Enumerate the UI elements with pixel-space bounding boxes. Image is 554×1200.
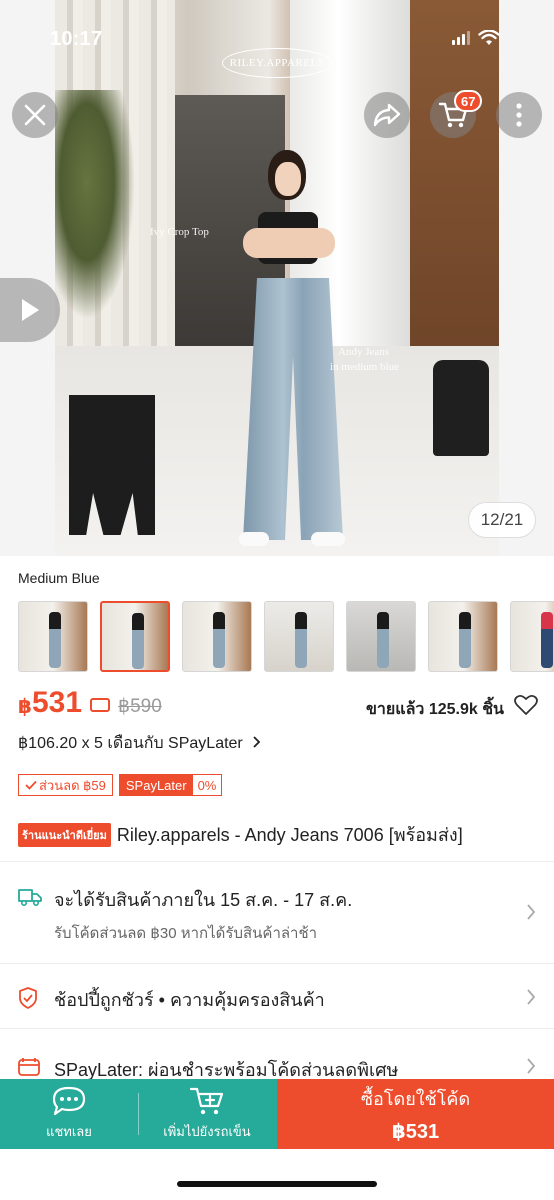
product-title-row: ร้านแนะนำดีเยี่ยม Riley.apparels - Andy … bbox=[18, 820, 548, 849]
selected-variation-label: Medium Blue bbox=[18, 570, 100, 586]
add-to-cart-label: เพิ่มไปยังรถเข็น bbox=[163, 1124, 251, 1139]
check-icon bbox=[25, 780, 37, 790]
spaylater-row[interactable]: SPayLater: ผ่อนชำระพร้อมโค้ดส่วนลดพิเศษ bbox=[18, 1055, 536, 1079]
guarantee-text: ช้อปปี้ถูกชัวร์ • ความคุ้มครองสินค้า bbox=[54, 990, 325, 1010]
installment-text: ฿106.20 x 5 เดือนกับ SPayLater bbox=[18, 735, 243, 752]
spaylater-tag[interactable]: SPayLater 0% bbox=[118, 774, 223, 796]
variation-thumbnails bbox=[18, 601, 554, 672]
preferred-shop-badge: ร้านแนะนำดีเยี่ยม bbox=[18, 822, 111, 847]
variation-thumbnail-selected[interactable] bbox=[100, 601, 170, 672]
close-icon bbox=[24, 104, 46, 126]
add-to-cart-icon bbox=[189, 1087, 224, 1115]
bottom-action-bar: แชทเลย เพิ่มไปยังรถเข็น ซื้อโดยใช้โค้ด ฿… bbox=[0, 1079, 554, 1149]
chevron-right-icon bbox=[253, 736, 261, 748]
price-row: ฿ 531 ฿590 ขายแล้ว 125.9k ชิ้น bbox=[18, 686, 538, 726]
chevron-right-icon bbox=[527, 989, 536, 1005]
more-vertical-icon bbox=[516, 103, 522, 127]
spaylater-tag-label: SPayLater bbox=[119, 775, 193, 795]
delivery-row[interactable]: จะได้รับสินค้าภายใน 15 ส.ค. - 17 ส.ค. รั… bbox=[18, 885, 536, 945]
bottom-bar-separator bbox=[138, 1093, 139, 1135]
variation-thumbnail[interactable] bbox=[264, 601, 334, 672]
signal-icon bbox=[452, 31, 470, 45]
price-currency: ฿ bbox=[18, 696, 32, 718]
original-price: ฿590 bbox=[118, 696, 162, 717]
cart-count-badge: 67 bbox=[454, 90, 483, 112]
favorite-button[interactable] bbox=[514, 694, 538, 721]
current-price: 531 bbox=[32, 686, 83, 719]
variation-thumbnail[interactable] bbox=[18, 601, 88, 672]
close-button[interactable] bbox=[12, 92, 58, 138]
divider bbox=[0, 963, 554, 964]
status-icons bbox=[452, 30, 500, 46]
discount-tag-label: ส่วนลด ฿59 bbox=[39, 777, 106, 793]
chevron-right-icon bbox=[527, 1058, 536, 1074]
spaylater-tag-rate: 0% bbox=[197, 777, 217, 793]
video-play-tab[interactable] bbox=[0, 278, 60, 342]
brand-logo: RILEY.APPARELS bbox=[222, 48, 332, 78]
home-indicator bbox=[177, 1181, 377, 1187]
photo-caption-jeans: Andy Jeans bbox=[338, 346, 390, 358]
buy-button-label: ซื้อโดยใช้โค้ด bbox=[360, 1089, 471, 1109]
photo-caption-jeans-color: in medium blue bbox=[330, 361, 400, 373]
discount-tag[interactable]: ส่วนลด ฿59 bbox=[18, 774, 113, 796]
heart-outline-icon bbox=[514, 694, 538, 715]
share-icon bbox=[373, 103, 401, 127]
spaylater-icon bbox=[18, 1058, 40, 1076]
variation-thumbnail[interactable] bbox=[510, 601, 554, 672]
product-photo bbox=[55, 0, 499, 556]
guarantee-row[interactable]: ช้อปปี้ถูกชัวร์ • ความคุ้มครองสินค้า bbox=[18, 985, 536, 1013]
product-image-gallery[interactable]: RILEY.APPARELS Ivy Crop Top Andy Jeans i… bbox=[0, 0, 554, 556]
divider bbox=[0, 861, 554, 862]
chevron-right-icon bbox=[527, 904, 536, 920]
variation-thumbnail[interactable] bbox=[346, 601, 416, 672]
buy-with-voucher-button[interactable]: ซื้อโดยใช้โค้ด ฿531 bbox=[277, 1079, 554, 1149]
sold-count: ขายแล้ว 125.9k ชิ้น bbox=[365, 701, 504, 718]
promo-tags: ส่วนลด ฿59 SPayLater 0% bbox=[18, 774, 223, 796]
truck-icon bbox=[18, 889, 42, 907]
late-delivery-voucher: รับโค้ดส่วนลด ฿30 หากได้รับสินค้าล่าช้า bbox=[54, 925, 318, 942]
coins-icon bbox=[90, 698, 110, 712]
product-title: Riley.apparels - Andy Jeans 7006 [พร้อมส… bbox=[116, 825, 463, 845]
photo-caption-top: Ivy Crop Top bbox=[150, 226, 209, 238]
spaylater-text: SPayLater: ผ่อนชำระพร้อมโค้ดส่วนลดพิเศษ bbox=[54, 1060, 399, 1079]
installment-link[interactable]: ฿106.20 x 5 เดือนกับ SPayLater bbox=[18, 731, 261, 756]
status-time: 10:17 bbox=[50, 28, 103, 50]
chat-icon bbox=[52, 1086, 86, 1116]
bottom-bar-left: แชทเลย เพิ่มไปยังรถเข็น bbox=[0, 1079, 277, 1149]
delivery-estimate: จะได้รับสินค้าภายใน 15 ส.ค. - 17 ส.ค. bbox=[54, 890, 353, 910]
wifi-icon bbox=[478, 30, 500, 45]
play-icon bbox=[22, 299, 39, 321]
more-options-button[interactable] bbox=[496, 92, 542, 138]
chat-button-label: แชทเลย bbox=[46, 1124, 92, 1139]
variation-thumbnail[interactable] bbox=[428, 601, 498, 672]
chat-button[interactable]: แชทเลย bbox=[0, 1079, 138, 1149]
image-counter: 12/21 bbox=[468, 502, 536, 538]
shield-check-icon bbox=[19, 987, 37, 1009]
add-to-cart-button[interactable]: เพิ่มไปยังรถเข็น bbox=[138, 1079, 276, 1149]
variation-thumbnail[interactable] bbox=[182, 601, 252, 672]
divider bbox=[0, 1028, 554, 1029]
share-button[interactable] bbox=[364, 92, 410, 138]
buy-button-price: ฿531 bbox=[391, 1121, 440, 1143]
